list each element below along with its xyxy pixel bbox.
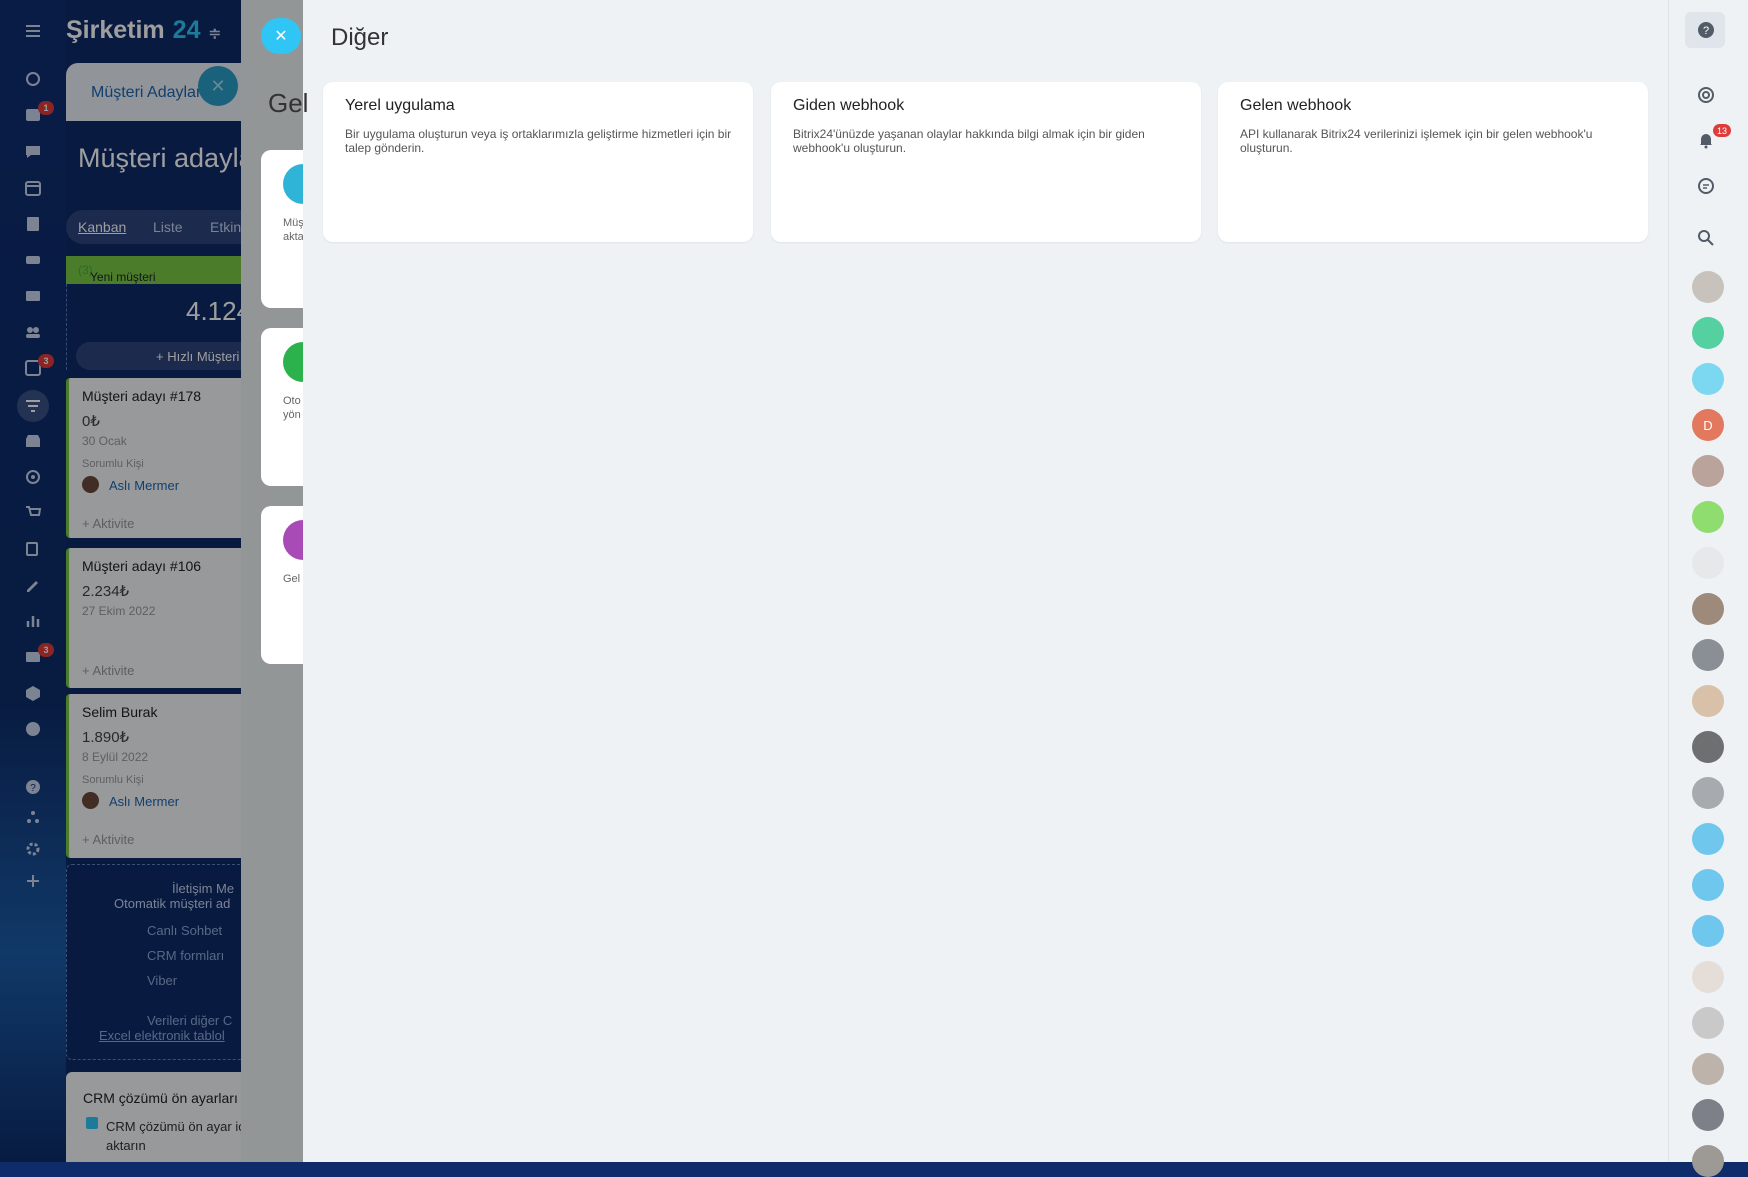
tile-title: Giden webhook [793,97,905,114]
search-icon[interactable] [1690,222,1722,254]
svg-text:?: ? [1703,25,1709,37]
avatar[interactable] [1692,271,1724,303]
tile-title: Gelen webhook [1240,97,1352,114]
user-clock-avatar[interactable] [1692,915,1724,947]
avatar[interactable] [1692,639,1724,671]
image-avatar[interactable] [1692,547,1724,579]
page-title: Diğer [331,24,389,51]
tile-description: API kullanarak Bitrix24 verilerinizi işl… [1240,127,1593,155]
avatar[interactable] [1692,777,1724,809]
avatar[interactable] [1692,593,1724,625]
help-icon[interactable]: ? [1690,14,1722,46]
slider1-title: Gel [268,88,309,118]
avatar[interactable] [1692,685,1724,717]
avatar[interactable] [1692,731,1724,763]
notification-count: 13 [1713,124,1731,137]
avatar[interactable] [1692,1145,1724,1177]
tile-local-app[interactable]: Yerel uygulama Bir uygulama oluşturun ve… [323,82,753,242]
tile-description: Bir uygulama oluşturun veya iş ortakları… [345,127,732,155]
avatar[interactable] [1692,1053,1724,1085]
user-clock-avatar[interactable] [1692,823,1724,855]
copilot-icon[interactable] [1690,79,1722,111]
slider1-card-text: Gel [283,573,301,585]
tile-outbound-webhook[interactable]: Giden webhook Bitrix24'ünüzde yaşanan ol… [771,82,1201,242]
tile-description: Bitrix24'ünüzde yaşanan olaylar hakkında… [793,127,1145,155]
slider1-card-text: Müş akta [283,217,304,243]
avatar[interactable] [1692,1007,1724,1039]
close-icon[interactable]: ✕ [261,18,301,54]
avatar[interactable] [1692,1099,1724,1131]
other-slider-panel: Diğer Yerel uygulama Bir uygulama oluştu… [303,0,1668,1162]
right-sidebar: ? 13 D [1668,0,1748,1177]
messages-icon[interactable] [1690,170,1722,202]
chat-avatar[interactable] [1692,363,1724,395]
avatar[interactable] [1692,961,1724,993]
tile-inbound-webhook[interactable]: Gelen webhook API kullanarak Bitrix24 ve… [1218,82,1648,242]
notes-avatar[interactable] [1692,501,1724,533]
tile-title: Yerel uygulama [345,97,455,114]
avatar-letter[interactable]: D [1692,409,1724,441]
avatar[interactable] [1692,455,1724,487]
user-clock-avatar[interactable] [1692,869,1724,901]
group-chat-avatar[interactable] [1692,317,1724,349]
slider1-card-text: Oto yön [283,395,301,421]
